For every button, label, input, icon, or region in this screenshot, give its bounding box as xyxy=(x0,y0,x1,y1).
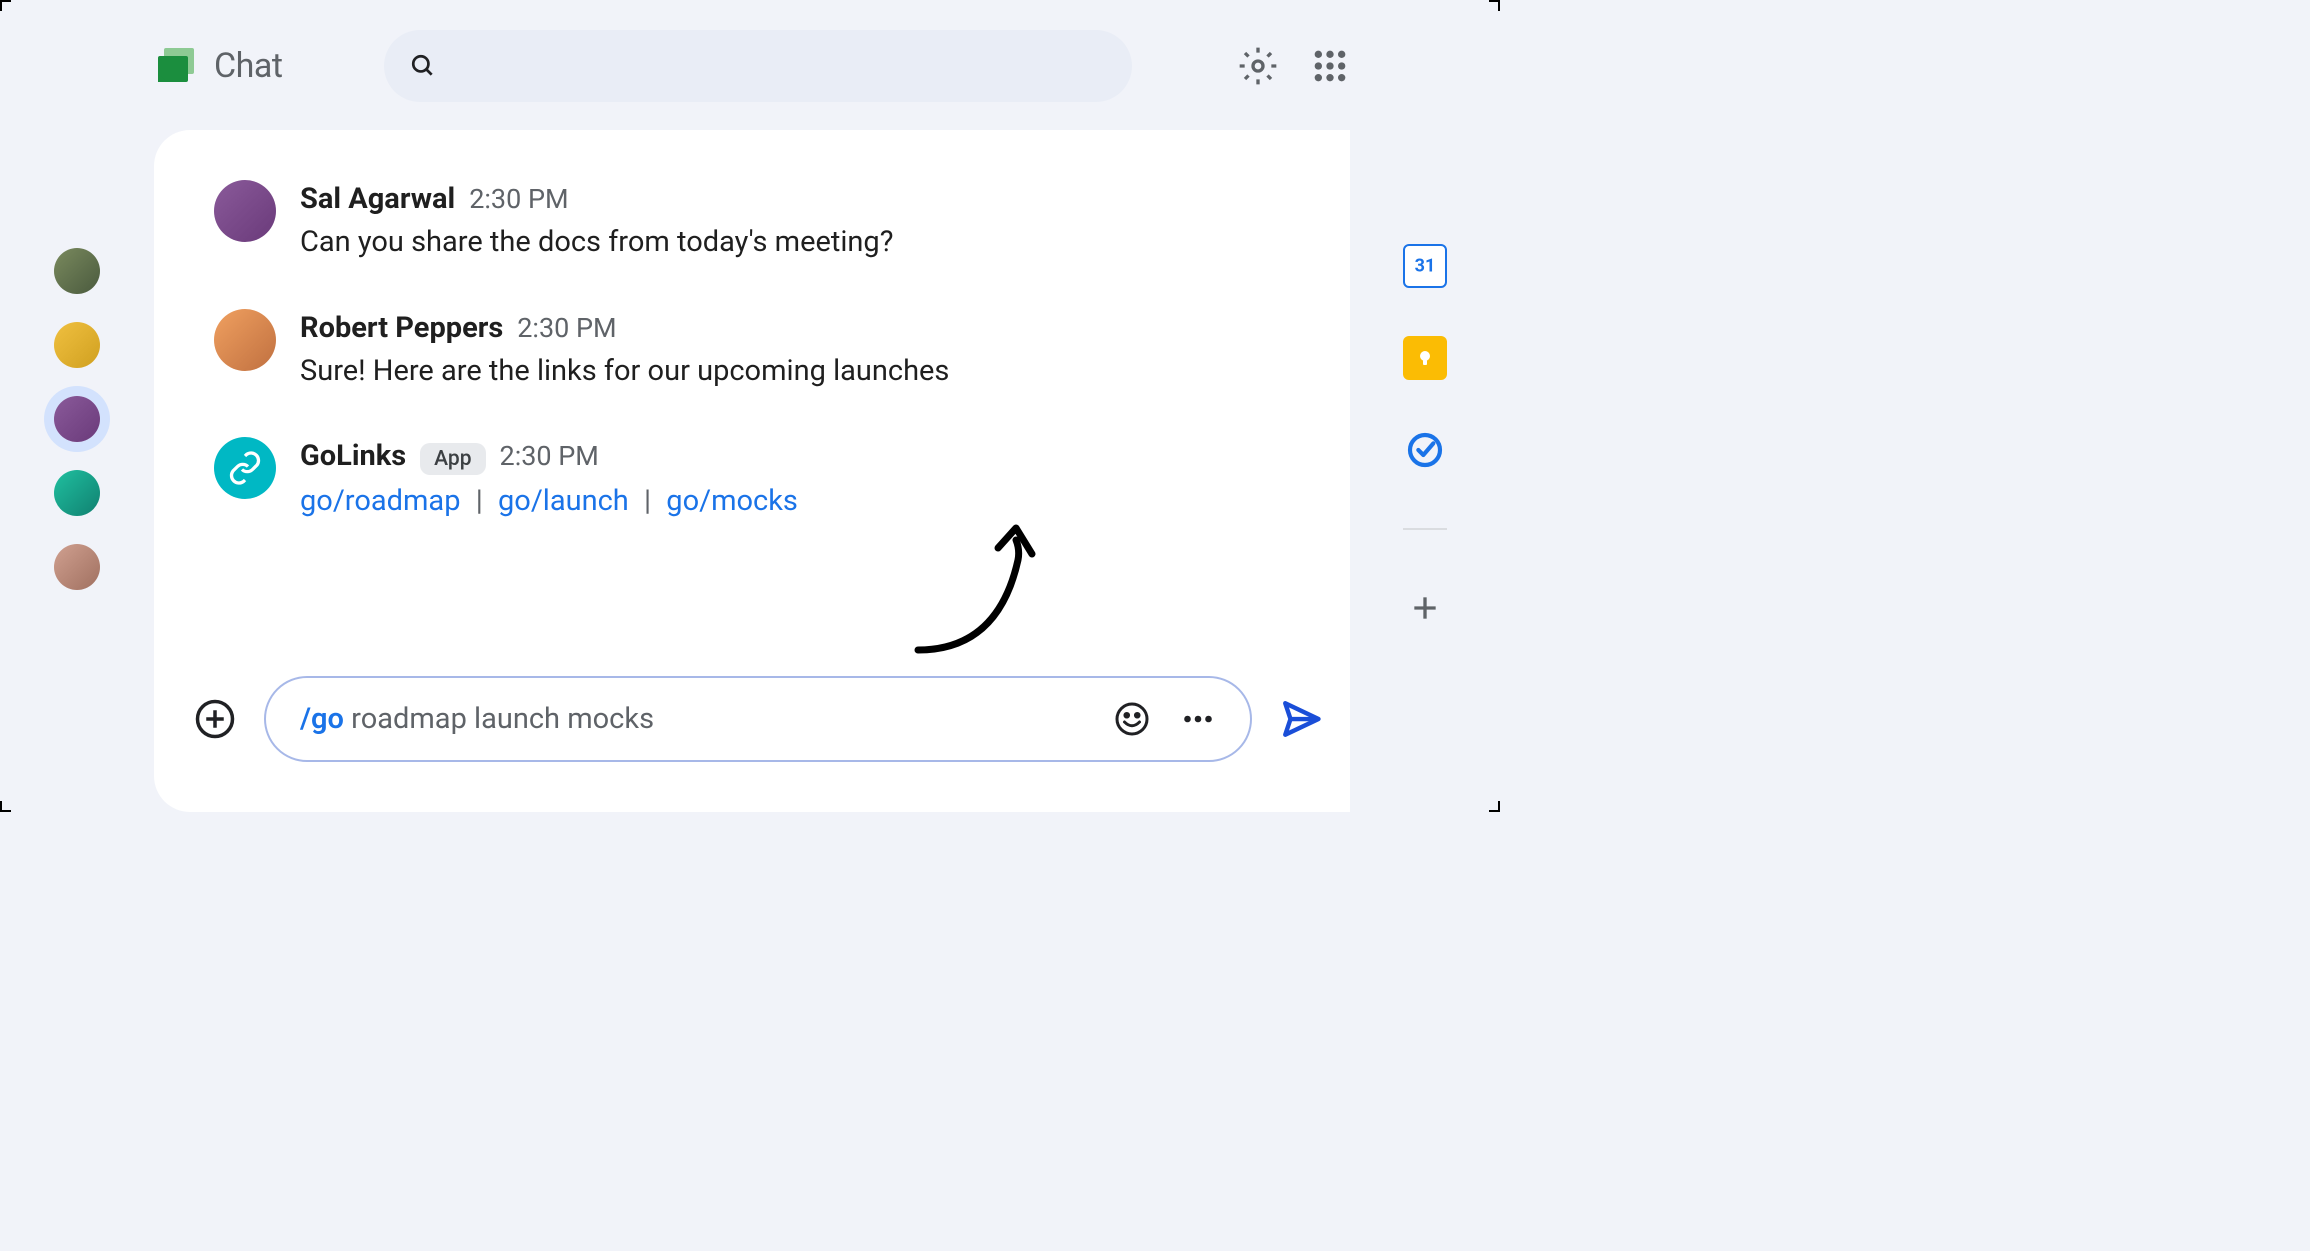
message-text: Can you share the docs from today's meet… xyxy=(300,222,1294,263)
conversation-avatar-active[interactable] xyxy=(54,396,100,442)
conversation-avatar[interactable] xyxy=(54,248,100,294)
message-links: go/roadmap | go/launch | go/mocks xyxy=(300,481,1294,522)
golinks-avatar[interactable] xyxy=(214,437,276,499)
message-time: 2:30 PM xyxy=(500,440,599,472)
app-name: Chat xyxy=(214,46,282,86)
search-input[interactable] xyxy=(384,30,1132,102)
conversation-avatar[interactable] xyxy=(54,544,100,590)
composer-row: /go roadmap launch mocks xyxy=(194,676,1322,762)
message-author: GoLinks xyxy=(300,439,406,473)
calendar-icon[interactable] xyxy=(1403,244,1447,288)
app-badge: App xyxy=(420,443,485,475)
message-avatar[interactable] xyxy=(214,180,276,242)
message-avatar[interactable] xyxy=(214,309,276,371)
app-logo[interactable]: Chat xyxy=(154,44,282,88)
annotation-arrow xyxy=(898,520,1058,660)
conversation-avatar[interactable] xyxy=(54,322,100,368)
composer-args: roadmap launch mocks xyxy=(344,702,654,736)
add-attachment-button[interactable] xyxy=(194,698,236,740)
side-panel-rail xyxy=(1350,104,1500,812)
conversation-avatar[interactable] xyxy=(54,470,100,516)
link-separator: | xyxy=(476,484,483,518)
message-author: Sal Agarwal xyxy=(300,182,455,216)
settings-button[interactable] xyxy=(1238,46,1278,86)
chat-logo-icon xyxy=(154,44,198,88)
chat-message-app: GoLinks App 2:30 PM go/roadmap | go/laun… xyxy=(214,437,1294,522)
message-composer[interactable]: /go roadmap launch mocks xyxy=(264,676,1252,762)
chat-panel: Sal Agarwal 2:30 PM Can you share the do… xyxy=(154,130,1350,812)
go-link[interactable]: go/roadmap xyxy=(300,484,461,518)
message-author: Robert Peppers xyxy=(300,311,503,345)
composer-command: /go xyxy=(300,702,344,736)
more-options-button[interactable] xyxy=(1180,701,1216,737)
apps-menu-button[interactable] xyxy=(1310,46,1350,86)
keep-icon[interactable] xyxy=(1403,336,1447,380)
go-link[interactable]: go/launch xyxy=(498,484,629,518)
add-panel-button[interactable] xyxy=(1403,586,1447,630)
tasks-icon[interactable] xyxy=(1403,428,1447,472)
rail-divider xyxy=(1403,528,1447,530)
conversation-rail xyxy=(0,104,154,812)
message-text: Sure! Here are the links for our upcomin… xyxy=(300,351,1294,392)
go-link[interactable]: go/mocks xyxy=(666,484,798,518)
link-separator: | xyxy=(644,484,651,518)
composer-text: /go roadmap launch mocks xyxy=(300,702,1102,736)
app-header: Chat xyxy=(0,0,1500,104)
chat-message: Robert Peppers 2:30 PM Sure! Here are th… xyxy=(214,309,1294,392)
emoji-button[interactable] xyxy=(1114,701,1150,737)
chat-message: Sal Agarwal 2:30 PM Can you share the do… xyxy=(214,180,1294,263)
message-time: 2:30 PM xyxy=(469,183,568,215)
send-button[interactable] xyxy=(1280,698,1322,740)
search-icon xyxy=(410,53,436,79)
message-time: 2:30 PM xyxy=(517,312,616,344)
